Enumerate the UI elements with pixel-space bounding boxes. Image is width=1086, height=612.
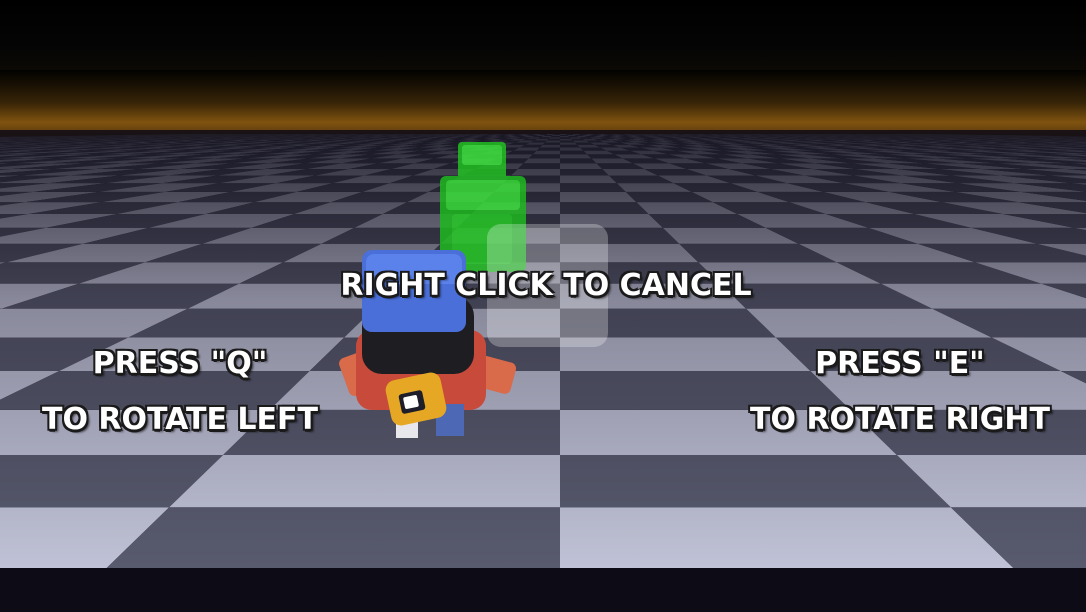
rotate-left-hint: PRESS "Q" TO ROTATE LEFT [30,336,330,448]
rotate-right-key-line: PRESS "E" [815,346,985,381]
cancel-hint: RIGHT CLICK TO CANCEL [340,268,752,303]
rotate-right-hint: PRESS "E" TO ROTATE RIGHT [740,336,1060,448]
game-viewport[interactable]: RIGHT CLICK TO CANCEL PRESS "Q" TO ROTAT… [0,0,1086,612]
rotate-left-key-line: PRESS "Q" [92,346,268,381]
rotate-left-action-line: TO ROTATE LEFT [41,402,318,437]
rotate-right-action-line: TO ROTATE RIGHT [750,402,1050,437]
